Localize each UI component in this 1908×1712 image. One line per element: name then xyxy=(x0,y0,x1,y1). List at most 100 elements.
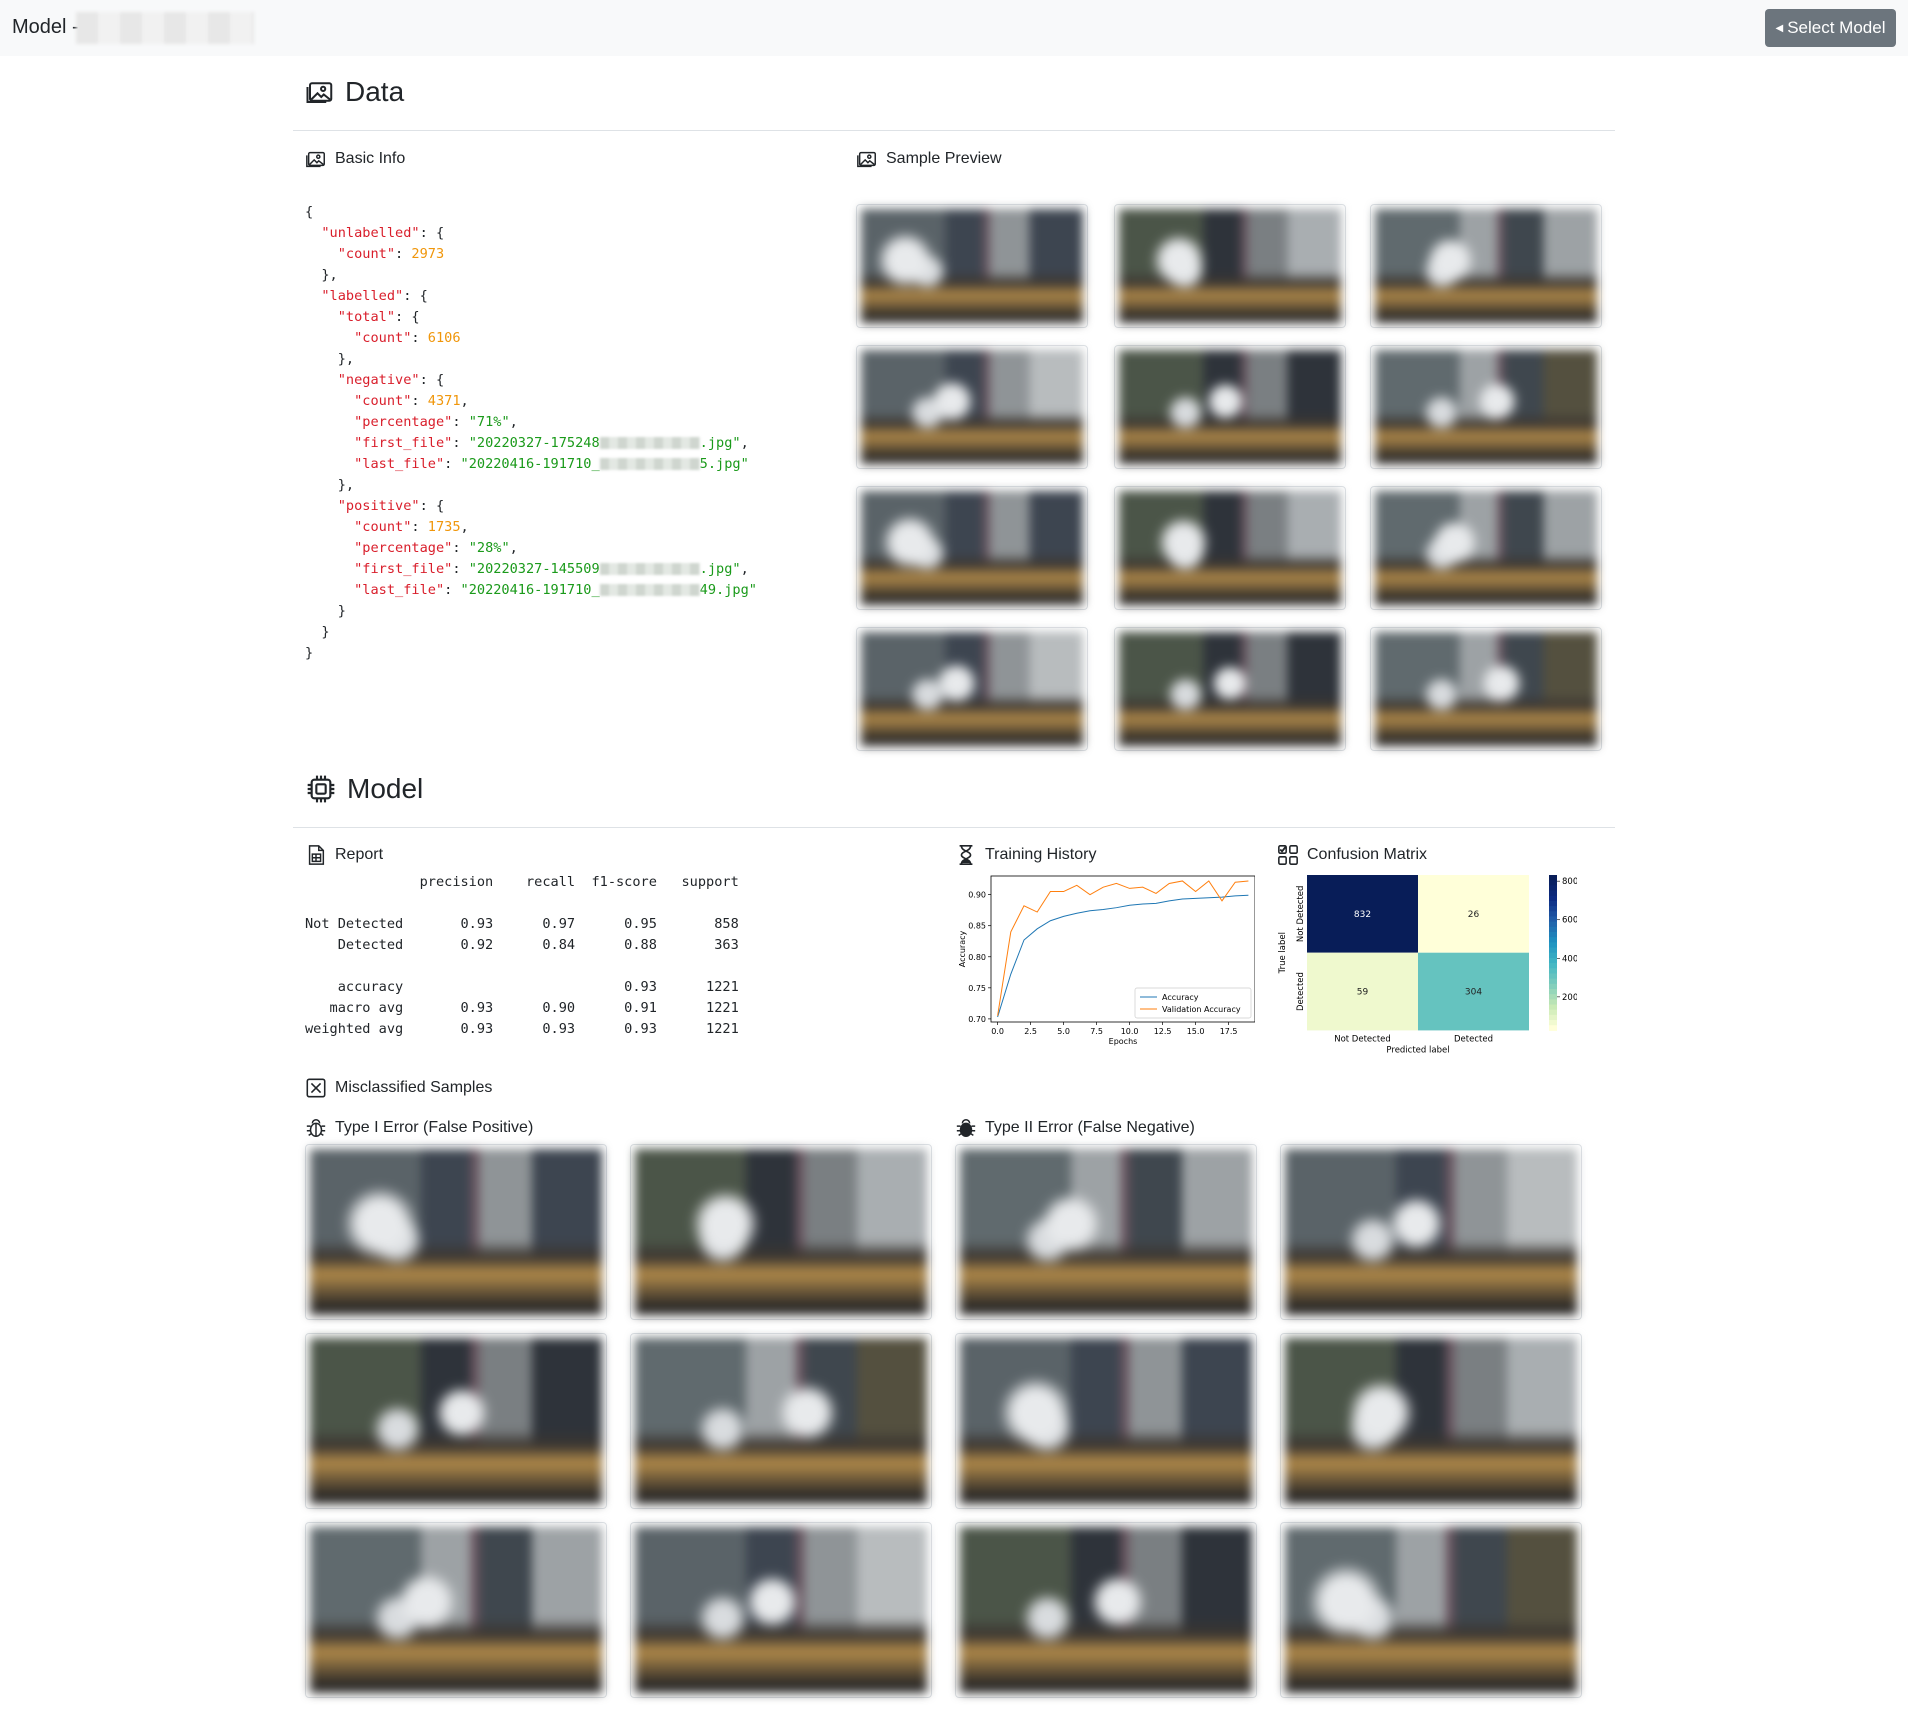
select-model-button[interactable]: ◀ Select Model xyxy=(1765,9,1896,47)
misclassified-thumbnail[interactable] xyxy=(1280,1333,1582,1509)
basic-info-heading: Basic Info xyxy=(305,148,405,170)
data-heading: Data xyxy=(305,76,404,108)
images-icon xyxy=(856,148,878,170)
sample-preview-thumbnail[interactable] xyxy=(856,627,1088,751)
confusion-matrix-chart: 832 26 59 304 Not Detected Detected Predicted … xyxy=(1278,875,1577,1055)
cell-value: 26 xyxy=(1468,910,1480,920)
colorbar-tick-label: 800 xyxy=(1562,877,1577,887)
sample-image xyxy=(1119,209,1341,323)
sample-image xyxy=(310,1338,602,1504)
y-tick-label: 0.70 xyxy=(968,1015,986,1024)
caret-left-icon: ◀ xyxy=(1775,23,1784,34)
report-row: macro avg 0.93 0.90 0.91 1221 xyxy=(305,1000,739,1016)
x-tick-label: 2.5 xyxy=(1024,1027,1037,1036)
hourglass-icon xyxy=(955,844,977,866)
misclassified-thumbnail[interactable] xyxy=(305,1522,607,1698)
basic-info-json: { "unlabelled": { "count": 2973 }, "labe… xyxy=(305,204,757,661)
y-tick-label: 0.90 xyxy=(968,891,986,900)
x-square-icon xyxy=(305,1077,327,1099)
misclassified-thumbnail[interactable] xyxy=(1280,1522,1582,1698)
colorbar-segment xyxy=(1549,937,1557,943)
misclassified-thumbnail[interactable] xyxy=(305,1144,607,1320)
misclassified-thumbnail[interactable] xyxy=(955,1522,1257,1698)
x-tick-label: Detected xyxy=(1454,1034,1493,1044)
colorbar-segment xyxy=(1549,999,1557,1005)
sample-image xyxy=(861,491,1083,605)
sample-image xyxy=(861,632,1083,746)
report-heading: Report xyxy=(305,844,383,866)
colorbar-segment xyxy=(1549,952,1557,959)
positive-last-file-end: 49.jpg" xyxy=(699,582,757,598)
sample-image xyxy=(960,1149,1252,1315)
misclassified-thumbnail[interactable] xyxy=(1280,1144,1582,1320)
y-axis-label: True label xyxy=(1278,932,1288,974)
colorbar-tick-label: 600 xyxy=(1562,916,1577,926)
colorbar-segment xyxy=(1549,963,1557,969)
sample-preview-thumbnail[interactable] xyxy=(1114,627,1346,751)
report-row: Not Detected 0.93 0.97 0.95 858 xyxy=(305,916,739,932)
misclassified-thumbnail[interactable] xyxy=(630,1144,932,1320)
negative-last-file-start: "20220416-191710_ xyxy=(460,456,600,472)
misclassified-thumbnail[interactable] xyxy=(630,1333,932,1509)
sample-image xyxy=(861,350,1083,464)
sample-image xyxy=(1285,1527,1577,1693)
sample-preview-thumbnail[interactable] xyxy=(1114,486,1346,610)
sample-image xyxy=(310,1149,602,1315)
colorbar-segment xyxy=(1549,911,1557,917)
total-count: 6106 xyxy=(427,330,461,346)
sample-image xyxy=(635,1149,927,1315)
sample-preview-thumbnail[interactable] xyxy=(856,204,1088,328)
select-model-label: Select Model xyxy=(1787,18,1886,37)
x-tick-label: 7.5 xyxy=(1090,1027,1103,1036)
negative-first-file-start: "20220327-175248 xyxy=(468,435,600,451)
sample-preview-thumbnail[interactable] xyxy=(856,345,1088,469)
sample-preview-thumbnail[interactable] xyxy=(1114,345,1346,469)
sample-preview-thumbnail[interactable] xyxy=(856,486,1088,610)
sample-image xyxy=(1375,632,1597,746)
images-icon xyxy=(305,148,327,170)
misclassified-thumbnail[interactable] xyxy=(955,1144,1257,1320)
y-axis-label: Accuracy xyxy=(958,930,967,967)
colorbar-tick-label: 200 xyxy=(1562,993,1577,1003)
colorbar-segment xyxy=(1549,890,1557,897)
x-tick-label: 12.5 xyxy=(1154,1027,1172,1036)
sample-preview-thumbnail[interactable] xyxy=(1370,627,1602,751)
model-heading: Model xyxy=(305,773,423,805)
misclassified-thumbnail[interactable] xyxy=(305,1333,607,1509)
x-tick-label: 15.0 xyxy=(1187,1027,1205,1036)
sample-image xyxy=(635,1527,927,1693)
cell-value: 304 xyxy=(1465,988,1482,998)
report-spacer xyxy=(305,893,739,914)
x-tick-label: 5.0 xyxy=(1057,1027,1070,1036)
bug-fill-icon xyxy=(955,1117,977,1139)
colorbar-segment xyxy=(1549,1004,1557,1011)
legend-label: Validation Accuracy xyxy=(1162,1005,1241,1014)
colorbar-segment xyxy=(1549,880,1557,886)
colorbar-segment xyxy=(1549,916,1557,923)
sample-preview-thumbnail[interactable] xyxy=(1114,204,1346,328)
sample-preview-thumbnail[interactable] xyxy=(1370,204,1602,328)
report-row: weighted avg 0.93 0.93 0.93 1221 xyxy=(305,1021,739,1037)
sample-preview-thumbnail[interactable] xyxy=(1370,486,1602,610)
colorbar-segment xyxy=(1549,983,1557,990)
cpu-icon xyxy=(305,773,337,805)
legend-label: Accuracy xyxy=(1162,993,1199,1002)
colorbar-segment xyxy=(1549,942,1557,949)
sample-image xyxy=(1119,491,1341,605)
sample-preview-thumbnail[interactable] xyxy=(1370,345,1602,469)
report-row: Detected 0.92 0.84 0.88 363 xyxy=(305,937,739,953)
colorbar-segment xyxy=(1549,947,1557,954)
bug-icon xyxy=(305,1117,327,1139)
sample-image xyxy=(1285,1338,1577,1504)
y-tick-label: 0.75 xyxy=(968,984,986,993)
sample-image xyxy=(960,1338,1252,1504)
data-title: Data xyxy=(345,76,405,107)
misclassified-thumbnail[interactable] xyxy=(630,1522,932,1698)
negative-first-file-end: .jpg" xyxy=(699,435,741,451)
colorbar-segment xyxy=(1549,875,1557,881)
misclassified-heading: Misclassified Samples xyxy=(305,1077,492,1099)
report-row: accuracy 0.93 1221 xyxy=(305,979,739,995)
sample-image xyxy=(635,1338,927,1504)
misclassified-thumbnail[interactable] xyxy=(955,1333,1257,1509)
colorbar-segment xyxy=(1549,895,1557,902)
